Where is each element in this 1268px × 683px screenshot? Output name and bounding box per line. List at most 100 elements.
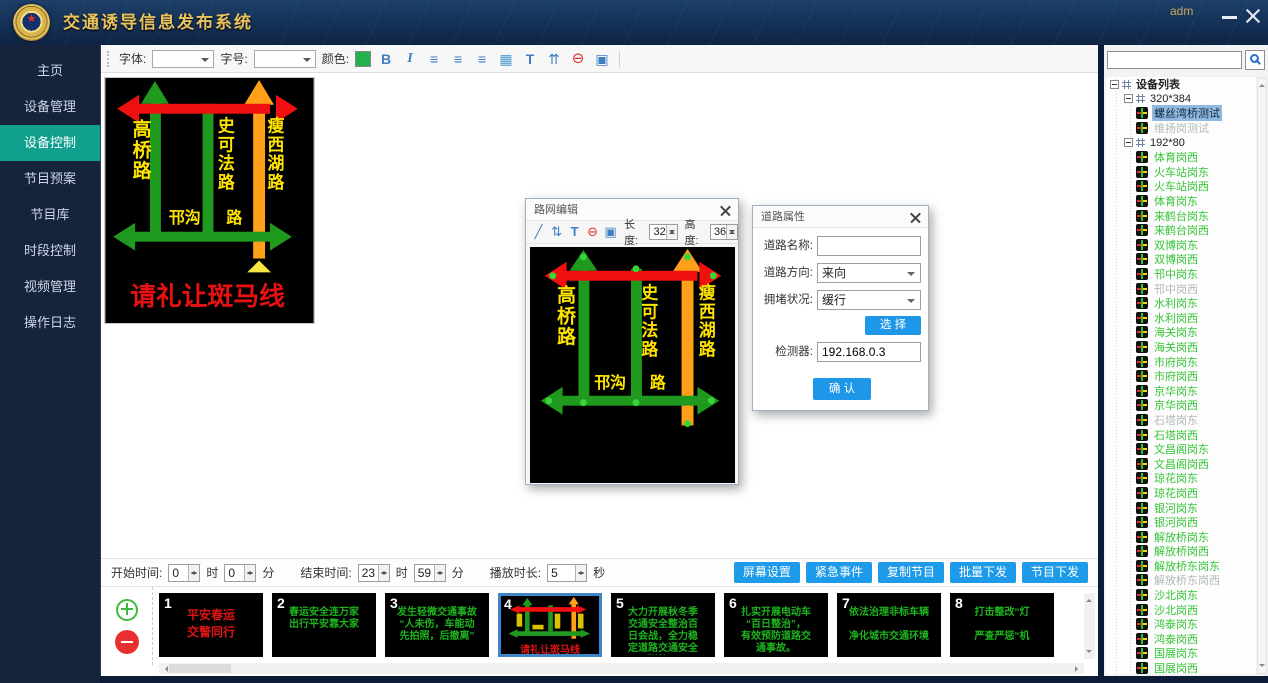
device-tree-row[interactable]: 来鹤台岗西 — [1106, 223, 1256, 238]
align-right-icon[interactable]: ≡ — [473, 50, 491, 68]
device-tree-row[interactable]: 海关岗东 — [1106, 325, 1256, 340]
bold-icon[interactable]: B — [377, 50, 395, 68]
device-tree-row[interactable]: 192*80 — [1106, 135, 1256, 150]
sidebar-item[interactable]: 操作日志 — [0, 305, 100, 341]
playlist-item[interactable]: 5 — [611, 593, 715, 657]
sidebar-item[interactable]: 视频管理 — [0, 269, 100, 305]
search-button[interactable] — [1245, 50, 1265, 70]
add-page-icon[interactable] — [116, 599, 138, 621]
italic-icon[interactable]: I — [401, 50, 419, 68]
color-swatch[interactable] — [355, 51, 371, 67]
device-tree-row[interactable]: 石塔岗东 — [1106, 413, 1256, 428]
sidebar-item[interactable]: 时段控制 — [0, 233, 100, 269]
image-icon[interactable]: ▦ — [497, 50, 515, 68]
device-tree-row[interactable]: 来鹤台岗东 — [1106, 208, 1256, 223]
device-tree-row[interactable]: 水利岗西 — [1106, 311, 1256, 326]
remove-page-icon[interactable] — [115, 630, 139, 654]
device-tree-row[interactable]: 体育岗西 — [1106, 150, 1256, 165]
device-tree-row[interactable]: 鸿泰岗东 — [1106, 617, 1256, 632]
minimize-icon[interactable] — [1222, 16, 1237, 19]
device-tree-row[interactable]: 海关岗西 — [1106, 340, 1256, 355]
playlist-item[interactable]: 6 — [724, 593, 828, 657]
road-icon[interactable]: ⇈ — [545, 50, 563, 68]
sidebar-item[interactable]: 主页 — [0, 53, 100, 89]
device-tree-row[interactable]: 邗中岗西 — [1106, 281, 1256, 296]
sidebar-item[interactable]: 设备管理 — [0, 89, 100, 125]
device-tree-row[interactable]: 维扬岗测试 — [1106, 121, 1256, 136]
start-minute-spinner[interactable]: 0 — [224, 564, 256, 582]
device-tree-row[interactable]: 市府岗东 — [1106, 354, 1256, 369]
remove-icon[interactable]: ⊖ — [586, 224, 599, 240]
device-tree-row[interactable]: 320*384 — [1106, 92, 1256, 107]
scroll-right-icon[interactable] — [1075, 666, 1081, 672]
font-select[interactable] — [152, 50, 214, 68]
device-tree-row[interactable]: 双博岗西 — [1106, 252, 1256, 267]
congestion-select[interactable]: 缓行 — [817, 290, 921, 310]
action-button[interactable]: 节目下发 — [1022, 562, 1088, 583]
arrows-icon[interactable]: ⇅ — [550, 224, 563, 240]
road-direction-select[interactable]: 来向 — [817, 263, 921, 283]
align-left-icon[interactable]: ≡ — [425, 50, 443, 68]
device-tree-row[interactable]: 国展岗东 — [1106, 646, 1256, 661]
device-tree-row[interactable]: 市府岗西 — [1106, 369, 1256, 384]
device-tree-row[interactable]: 银河岗东 — [1106, 500, 1256, 515]
action-button[interactable]: 复制节目 — [878, 562, 944, 583]
device-search-input[interactable] — [1107, 51, 1242, 69]
road-name-input[interactable] — [817, 236, 921, 256]
action-button[interactable]: 紧急事件 — [806, 562, 872, 583]
detector-input[interactable] — [817, 342, 921, 362]
device-tree-row[interactable]: 沙北岗西 — [1106, 602, 1256, 617]
start-hour-spinner[interactable]: 0 — [168, 564, 200, 582]
playlist-item[interactable]: 2 — [272, 593, 376, 657]
collapse-icon[interactable] — [1124, 138, 1133, 147]
confirm-button[interactable]: 确 认 — [813, 378, 871, 400]
line-icon[interactable]: ╱ — [532, 224, 545, 240]
vertical-scrollbar[interactable] — [1084, 593, 1095, 659]
device-tree-row[interactable]: 京华岗西 — [1106, 398, 1256, 413]
device-tree-row[interactable]: 火车站岗东 — [1106, 165, 1256, 180]
device-tree-row[interactable]: 火车站岗西 — [1106, 179, 1256, 194]
align-center-icon[interactable]: ≡ — [449, 50, 467, 68]
playlist-item[interactable]: 1 — [159, 593, 263, 657]
action-button[interactable]: 屏幕设置 — [734, 562, 800, 583]
font-size-select[interactable] — [254, 50, 316, 68]
device-tree-row[interactable]: 螺丝湾桥测试 — [1106, 106, 1256, 121]
length-spinner[interactable]: 320 — [649, 224, 677, 240]
roadnet-edit-canvas[interactable]: 高桥路 史可法路 瘦西湖路 邗沟 路 — [530, 247, 735, 483]
action-button[interactable]: 批量下发 — [950, 562, 1016, 583]
dialog-close-icon[interactable] — [720, 205, 731, 216]
device-tree-row[interactable]: 邗中岗东 — [1106, 267, 1256, 282]
playlist-item[interactable]: 4 — [498, 593, 602, 657]
device-tree-row[interactable]: 体育岗东 — [1106, 194, 1256, 209]
device-tree-row[interactable]: 解放桥岗东 — [1106, 529, 1256, 544]
playlist-item[interactable]: 8 — [950, 593, 1054, 657]
close-icon[interactable] — [1245, 8, 1261, 24]
scroll-left-icon[interactable] — [162, 666, 168, 672]
led-sign-preview[interactable]: 高桥路 史可法路 瘦西湖路 邗沟 路 请礼让斑马线 — [104, 77, 315, 324]
select-detector-button[interactable]: 选 择 — [865, 316, 921, 335]
device-tree-row[interactable]: 解放桥岗西 — [1106, 544, 1256, 559]
height-spinner[interactable]: 368 — [710, 224, 738, 240]
device-tree-row[interactable]: 银河岗西 — [1106, 515, 1256, 530]
text-icon[interactable]: T — [568, 224, 581, 240]
remove-icon[interactable]: ⊖ — [569, 50, 587, 68]
device-tree-row[interactable]: 京华岗东 — [1106, 383, 1256, 398]
text-icon[interactable]: T — [521, 50, 539, 68]
device-tree-row[interactable]: 解放桥东岗东 — [1106, 559, 1256, 574]
sidebar-item[interactable]: 节目预案 — [0, 161, 100, 197]
save-icon[interactable]: ▣ — [593, 50, 611, 68]
device-tree-row[interactable]: 石塔岗西 — [1106, 427, 1256, 442]
end-minute-spinner[interactable]: 59 — [414, 564, 446, 582]
sidebar-item[interactable]: 设备控制 — [0, 125, 100, 161]
device-tree-row[interactable]: 鸿泰岗西 — [1106, 632, 1256, 647]
device-tree-row[interactable]: 沙北岗东 — [1106, 588, 1256, 603]
sidebar-item[interactable]: 节目库 — [0, 197, 100, 233]
device-tree-row[interactable]: 国展岗西 — [1106, 661, 1256, 674]
device-tree-row[interactable]: 解放桥东岗西 — [1106, 573, 1256, 588]
device-tree-row[interactable]: 文昌阁岗东 — [1106, 442, 1256, 457]
device-tree-row[interactable]: 双博岗东 — [1106, 238, 1256, 253]
collapse-icon[interactable] — [1124, 94, 1133, 103]
tree-scrollbar[interactable] — [1257, 77, 1267, 674]
device-tree-row[interactable]: 水利岗东 — [1106, 296, 1256, 311]
device-tree-row[interactable]: 琼花岗西 — [1106, 486, 1256, 501]
